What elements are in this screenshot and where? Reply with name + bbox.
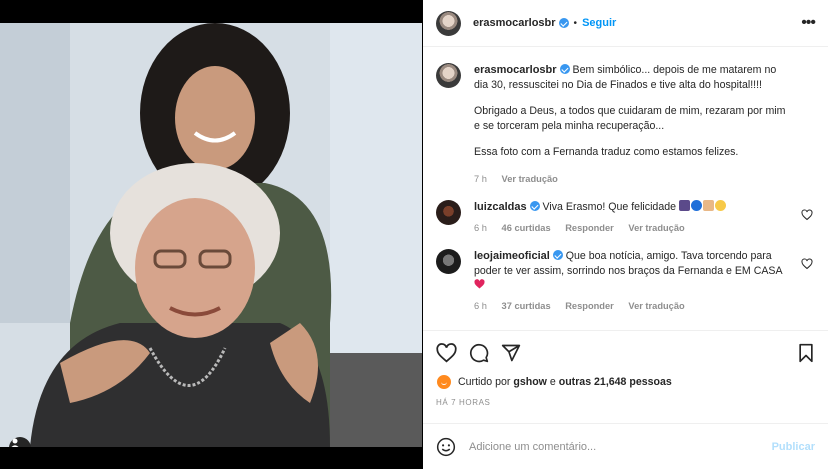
comment-likes[interactable]: 46 curtidas <box>502 223 551 233</box>
caption-entry: erasmocarlosbr Bem simbólico... depois d… <box>436 63 815 186</box>
see-translation-link[interactable]: Ver tradução <box>628 301 684 311</box>
commenter-username[interactable]: leojaimeoficial <box>474 250 550 262</box>
comment-item: luizcaldas Viva Erasmo! Que felicidade 6… <box>436 200 815 235</box>
caption-meta: 7 h Ver tradução <box>474 172 787 187</box>
smiling-face-icon <box>714 200 726 211</box>
comment-likes[interactable]: 37 curtidas <box>502 301 551 311</box>
reply-button[interactable]: Responder <box>565 301 614 311</box>
post-actions: Curtido por gshow e outras 21,648 pessoa… <box>423 330 828 407</box>
comment-meta: 6 h 46 curtidas Responder Ver tradução <box>474 221 787 236</box>
comments-scroll-area[interactable]: erasmocarlosbr Bem simbólico... depois d… <box>423 47 828 329</box>
verified-badge-icon <box>558 18 569 28</box>
post-timestamp[interactable]: HÁ 7 HORAS <box>436 398 815 407</box>
author-username[interactable]: erasmocarlosbr <box>473 17 556 29</box>
user-icon <box>11 438 19 447</box>
like-comment-heart-icon[interactable] <box>801 209 813 221</box>
caption-text-2: Obrigado a Deus, a todos que cuidaram de… <box>474 105 786 132</box>
emoji-smiley-icon[interactable] <box>436 437 456 457</box>
commenter-avatar[interactable] <box>436 200 461 225</box>
comment-time[interactable]: 6 h <box>474 301 487 311</box>
liked-by-row: Curtido por gshow e outras 21,648 pessoa… <box>436 374 815 390</box>
caption-paragraph: erasmocarlosbr Bem simbólico... depois d… <box>474 63 787 92</box>
reply-button[interactable]: Responder <box>565 223 614 233</box>
like-heart-icon[interactable] <box>436 343 457 363</box>
comment-body: leojaimeoficial Que boa notícia, amigo. … <box>474 249 815 313</box>
author-avatar[interactable] <box>436 63 461 88</box>
post-image <box>0 23 422 447</box>
comment-time[interactable]: 6 h <box>474 223 487 233</box>
liked-by-user[interactable]: gshow <box>513 376 547 388</box>
see-translation-link[interactable]: Ver tradução <box>502 174 558 184</box>
red-heart-icon <box>474 279 485 289</box>
comment-item: leojaimeoficial Que boa notícia, amigo. … <box>436 249 815 313</box>
comment-bubble-icon[interactable] <box>469 343 489 363</box>
publish-button[interactable]: Publicar <box>772 441 815 453</box>
liker-avatar[interactable] <box>436 374 452 390</box>
post-photo[interactable] <box>0 23 422 447</box>
post-modal: erasmocarlosbr • Seguir ••• erasmocarlos… <box>0 0 828 469</box>
commenter-username[interactable]: luizcaldas <box>474 201 527 213</box>
comment-input[interactable] <box>469 440 772 453</box>
commenter-avatar[interactable] <box>436 249 461 274</box>
people-icon <box>678 200 690 211</box>
save-bookmark-icon[interactable] <box>797 343 815 363</box>
caption-body: erasmocarlosbr Bem simbólico... depois d… <box>474 63 815 186</box>
author-avatar[interactable] <box>436 10 461 36</box>
separator-dot: • <box>573 17 578 29</box>
caption-username[interactable]: erasmocarlosbr <box>474 64 557 76</box>
liked-by-others-link[interactable]: outras 21,648 pessoas <box>559 376 672 388</box>
more-options-button[interactable]: ••• <box>801 14 816 32</box>
caption-time[interactable]: 7 h <box>474 174 487 184</box>
post-header: erasmocarlosbr • Seguir ••• <box>423 0 828 47</box>
comment-text: Viva Erasmo! Que felicidade <box>542 201 677 213</box>
verified-badge-icon <box>559 64 570 74</box>
comment-meta: 6 h 37 curtidas Responder Ver tradução <box>474 299 787 314</box>
author-info: erasmocarlosbr • Seguir <box>473 17 616 29</box>
liked-by-and: e <box>549 376 556 388</box>
caption-text-3: Essa foto com a Fernanda traduz como est… <box>474 146 739 158</box>
action-icons-row <box>436 343 815 365</box>
praying-hands-icon <box>702 200 714 211</box>
blue-heart-icon <box>690 200 702 211</box>
liked-by-prefix: Curtido por <box>458 376 511 388</box>
share-send-icon[interactable] <box>501 343 521 363</box>
comment-body: luizcaldas Viva Erasmo! Que felicidade 6… <box>474 200 815 235</box>
verified-badge-icon <box>529 201 540 211</box>
follow-button[interactable]: Seguir <box>582 17 616 29</box>
post-details-panel: erasmocarlosbr • Seguir ••• erasmocarlos… <box>423 0 828 469</box>
see-translation-link[interactable]: Ver tradução <box>628 223 684 233</box>
verified-badge-icon <box>552 250 563 260</box>
add-comment-form: Publicar <box>423 423 828 469</box>
like-comment-heart-icon[interactable] <box>801 258 813 270</box>
